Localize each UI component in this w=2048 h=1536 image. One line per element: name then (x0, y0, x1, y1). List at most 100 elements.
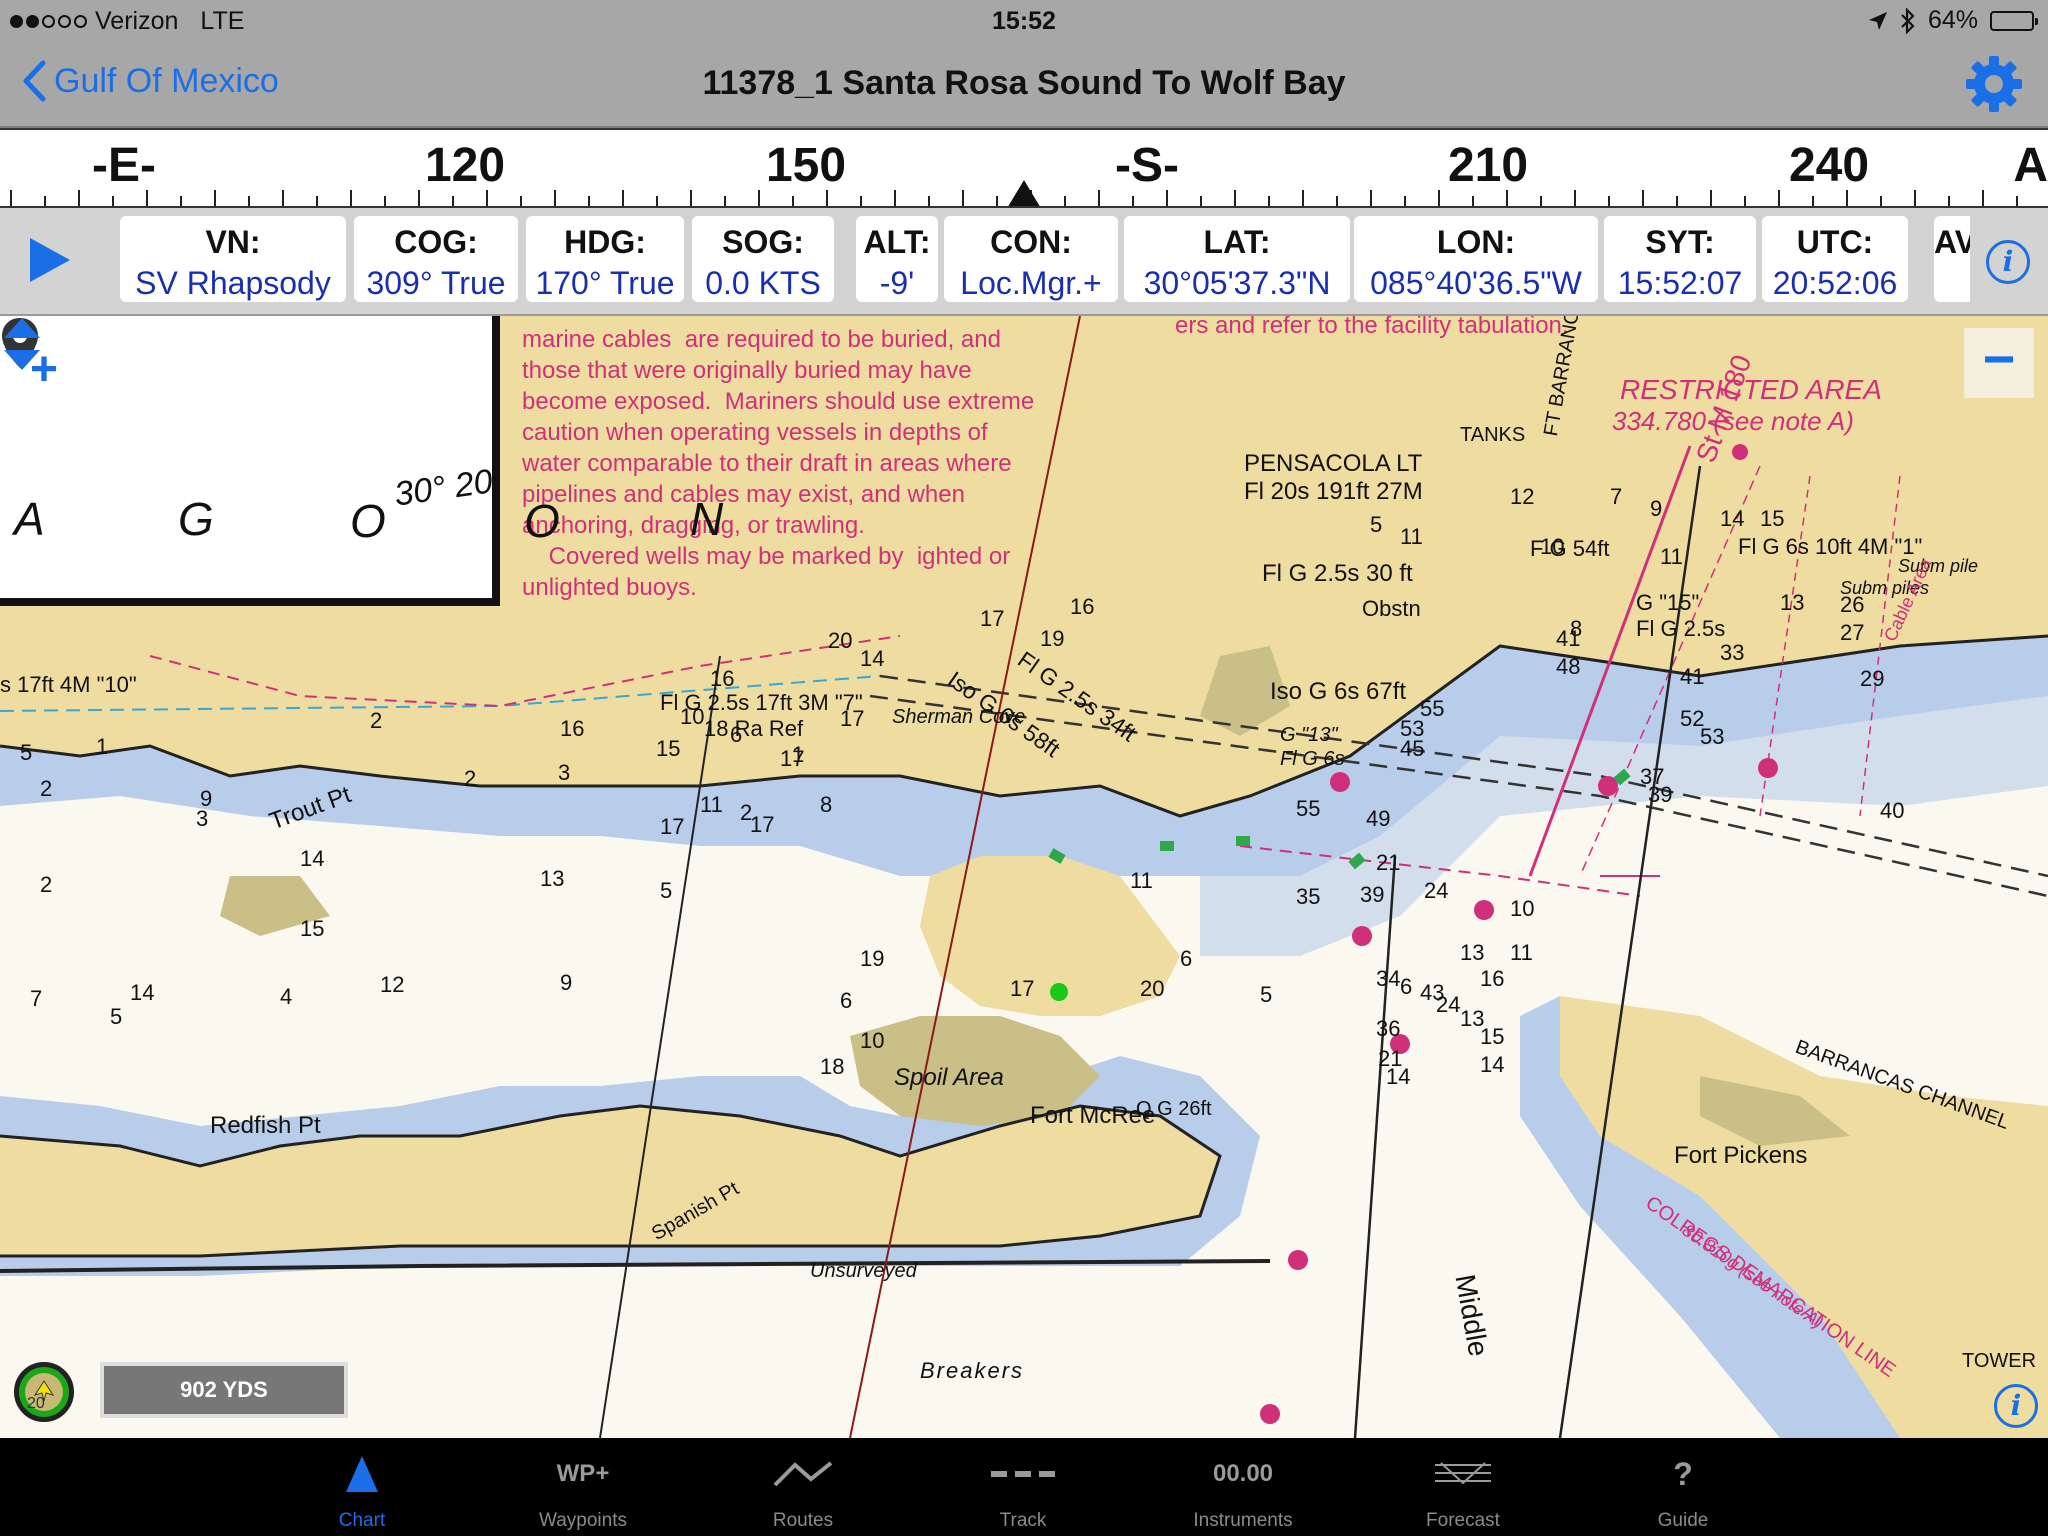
scale-bar: 902 YDS (100, 1362, 348, 1418)
depth-sounding: 5 (1260, 982, 1273, 1007)
info-button[interactable]: i (1986, 240, 2030, 284)
depth-sounding: 13 (1460, 940, 1485, 965)
compass-tick (1404, 196, 1406, 206)
depth-sounding: 20 (828, 628, 853, 653)
light-label: s 17ft 4M "10" (0, 672, 137, 697)
depth-sounding: 24 (1436, 992, 1461, 1017)
depth-sounding: 35 (1296, 884, 1321, 909)
instrument-con[interactable]: CON: Loc.Mgr.+ (944, 216, 1118, 302)
instrument-cog[interactable]: COG: 309° True (354, 216, 518, 302)
depth-sounding: 6 (840, 988, 853, 1013)
compass-tick (758, 190, 760, 206)
tab-track[interactable]: Track (923, 1438, 1123, 1536)
compass-tick (418, 190, 420, 206)
redfish-pt-label: Redfish Pt (210, 1112, 321, 1139)
location-button[interactable]: 20 (14, 1362, 74, 1422)
tab-label: Forecast (1426, 1510, 1500, 1531)
instrument-syt[interactable]: SYT: 15:52:07 (1604, 216, 1756, 302)
depth-sounding: 5 (660, 878, 673, 903)
compass-tick (1676, 196, 1678, 206)
depth-sounding: 9 (560, 970, 573, 995)
tab-forecast[interactable]: Forecast (1363, 1438, 1563, 1536)
depth-sounding: 1 (792, 742, 805, 767)
zoom-out-button[interactable]: − (1964, 328, 2034, 398)
tab-label: Instruments (1193, 1510, 1293, 1531)
light-label: Iso G 6s 67ft (1270, 678, 1407, 705)
compass-tick (1166, 190, 1168, 206)
depth-sounding: 29 (1860, 666, 1885, 691)
track-icon (923, 1452, 1123, 1496)
triangle-icon (262, 1452, 462, 1496)
depth-sounding: 15 (656, 736, 681, 761)
forecast-icon (1363, 1452, 1563, 1496)
page-title: 11378_1 Santa Rosa Sound To Wolf Bay (702, 64, 1346, 102)
location-badge: 20 (27, 1395, 45, 1412)
depth-sounding: 14 (1386, 1064, 1411, 1089)
compass-tick (146, 190, 148, 206)
compass-tick (588, 196, 590, 206)
depth-sounding: 12 (380, 972, 405, 997)
tab-chart[interactable]: Chart (262, 1438, 462, 1536)
instrument-av[interactable]: AV (1934, 216, 1970, 302)
tab-routes[interactable]: Routes (703, 1438, 903, 1536)
depth-sounding: 14 (130, 980, 155, 1005)
settings-button[interactable] (1964, 54, 2024, 114)
tab-bar: Chart WP+ Waypoints Routes Track 00.00 I… (0, 1438, 2048, 1536)
compass-tick (350, 190, 352, 206)
instrument-alt[interactable]: ALT: -9' (856, 216, 938, 302)
compass-tick (1812, 196, 1814, 206)
status-bar: Verizon LTE 15:52 64% (0, 0, 2048, 40)
compass-tick (1064, 196, 1066, 206)
compass-tick (1778, 190, 1780, 206)
depth-sounding: 5 (1370, 512, 1383, 537)
instrument-vn[interactable]: VN: SV Rhapsody (120, 216, 346, 302)
chart-info-button[interactable]: i (1994, 1384, 2038, 1428)
depth-sounding: 11 (1400, 524, 1423, 549)
tab-instruments[interactable]: 00.00 Instruments (1143, 1438, 1343, 1536)
compass-tick (1132, 196, 1134, 206)
depth-sounding: 24 (1424, 878, 1449, 903)
tab-guide[interactable]: ? Guide (1583, 1438, 1783, 1536)
back-button-label: Gulf Of Mexico (54, 61, 279, 100)
status-right: 64% (1868, 6, 2038, 35)
compass-tick (1914, 190, 1916, 206)
tab-waypoints[interactable]: WP+ Waypoints (483, 1438, 683, 1536)
depth-sounding: 6 (1180, 946, 1193, 971)
compass-label: 210 (1447, 139, 1529, 192)
instrument-sog[interactable]: SOG: 0.0 KTS (692, 216, 834, 302)
depth-sounding: 33 (1720, 640, 1745, 665)
instrument-label: HDG: (564, 224, 646, 260)
unsurveyed-label: Unsurveyed (810, 1260, 917, 1282)
compass-tick (1574, 190, 1576, 206)
compass-tick (1744, 196, 1746, 206)
nautical-chart[interactable]: + marine cables are required to be burie… (0, 316, 2048, 1438)
depth-sounding: 10 (1540, 534, 1565, 559)
instrument-utc[interactable]: UTC: 20:52:06 (1762, 216, 1908, 302)
tab-label: Waypoints (539, 1510, 627, 1531)
compass-tick (520, 196, 522, 206)
depth-sounding: 15 (300, 916, 325, 941)
route-icon (703, 1452, 903, 1496)
depth-sounding: 6 (730, 722, 743, 747)
instrument-lon[interactable]: LON: 085°40'36.5"W (1354, 216, 1598, 302)
compass-tape[interactable]: -E- 120 150 -S- 210 240 A (0, 128, 2048, 208)
instrument-value: 20:52:06 (1772, 265, 1898, 301)
depth-sounding: 49 (1366, 806, 1391, 831)
depth-sounding: 6 (1400, 974, 1413, 999)
instrument-value: 30°05'37.3"N (1143, 265, 1331, 301)
vertical-arrows-icon[interactable] (0, 316, 44, 372)
depth-sounding: 53 (1700, 724, 1725, 749)
compass-tick (554, 190, 556, 206)
depth-sounding: 26 (1840, 592, 1865, 617)
instrument-hdg[interactable]: HDG: 170° True (526, 216, 684, 302)
light-label: 18 Ra Ref (704, 716, 804, 741)
compass-tick (1948, 196, 1950, 206)
instrument-lat[interactable]: LAT: 30°05'37.3"N (1124, 216, 1350, 302)
nav-bar: Gulf Of Mexico 11378_1 Santa Rosa Sound … (0, 40, 2048, 128)
depth-sounding: 2 (464, 766, 477, 791)
play-icon[interactable] (30, 238, 70, 282)
light-label: G "13" (1280, 724, 1338, 746)
compass-tick (1880, 196, 1882, 206)
depth-sounding: 21 (1376, 850, 1401, 875)
back-button[interactable]: Gulf Of Mexico (22, 60, 279, 102)
